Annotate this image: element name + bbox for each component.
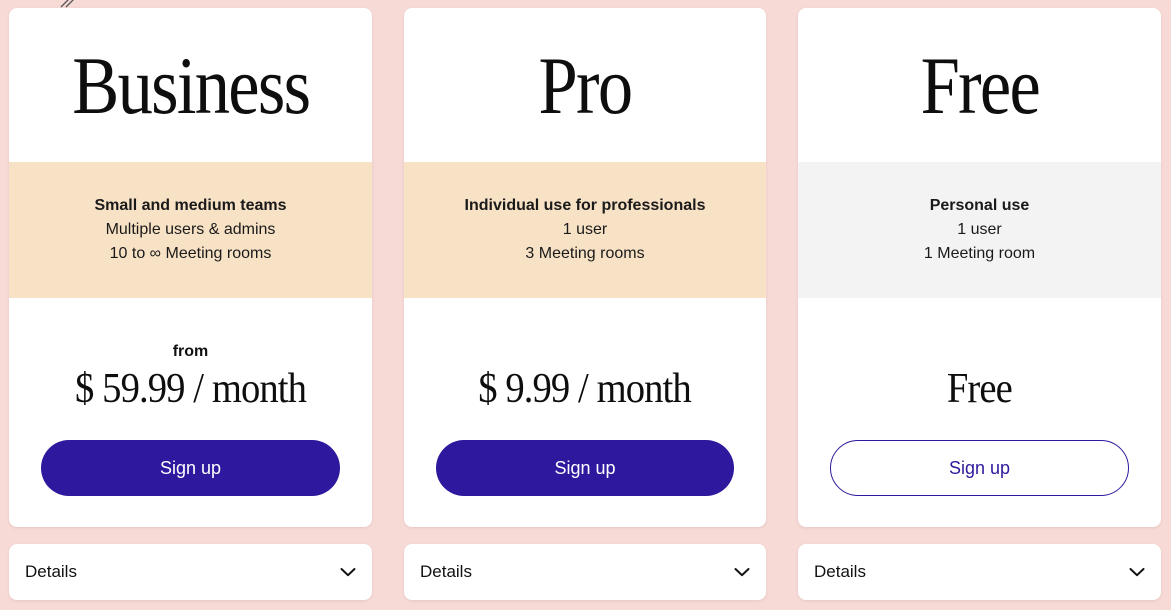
- chevron-down-icon: [340, 568, 356, 577]
- plan-pricing: from $ 59.99 / month Sign up: [9, 298, 372, 527]
- plan-features: Individual use for professionals 1 user …: [404, 162, 766, 298]
- plan-name: Pro: [538, 40, 634, 131]
- plan-price: Free: [946, 366, 1013, 412]
- plan-card-pro: Pro Individual use for professionals 1 u…: [404, 8, 766, 527]
- plan-pricing: Free Sign up: [798, 298, 1161, 527]
- plan-price: $ 59.99 / month: [75, 366, 307, 412]
- plan-card-business: Business Small and medium teams Multiple…: [9, 8, 372, 527]
- plan-audience: Small and medium teams: [94, 197, 287, 214]
- plan-name: Business: [71, 40, 311, 131]
- slash-marks-icon: [60, 0, 74, 8]
- plan-feature: 10 to ∞ Meeting rooms: [109, 245, 272, 262]
- plan-features: Personal use 1 user 1 Meeting room: [798, 162, 1161, 298]
- chevron-down-icon: [734, 568, 750, 577]
- plan-price: $ 9.99 / month: [478, 366, 692, 412]
- details-label: Details: [420, 562, 472, 581]
- chevron-down-icon: [1129, 568, 1145, 577]
- details-toggle-business[interactable]: Details: [9, 544, 372, 600]
- price-prefix: from: [172, 343, 209, 360]
- plan-audience: Individual use for professionals: [464, 197, 706, 214]
- plan-feature: 1 user: [957, 221, 1002, 238]
- details-toggle-pro[interactable]: Details: [404, 544, 766, 600]
- details-toggle-free[interactable]: Details: [798, 544, 1161, 600]
- details-label: Details: [25, 562, 77, 581]
- plan-feature: Multiple users & admins: [105, 221, 276, 238]
- plan-feature: 1 user: [562, 221, 608, 238]
- plan-feature: 3 Meeting rooms: [525, 245, 645, 262]
- signup-button-pro[interactable]: Sign up: [436, 440, 734, 496]
- plan-name: Free: [920, 40, 1040, 131]
- plan-audience: Personal use: [929, 197, 1030, 214]
- plan-pricing: $ 9.99 / month Sign up: [404, 298, 766, 527]
- signup-button-free[interactable]: Sign up: [830, 440, 1129, 496]
- details-label: Details: [814, 562, 866, 581]
- plan-features: Small and medium teams Multiple users & …: [9, 162, 372, 298]
- signup-button-business[interactable]: Sign up: [41, 440, 340, 496]
- plan-feature: 1 Meeting room: [923, 245, 1036, 262]
- plan-card-free: Free Personal use 1 user 1 Meeting room …: [798, 8, 1161, 527]
